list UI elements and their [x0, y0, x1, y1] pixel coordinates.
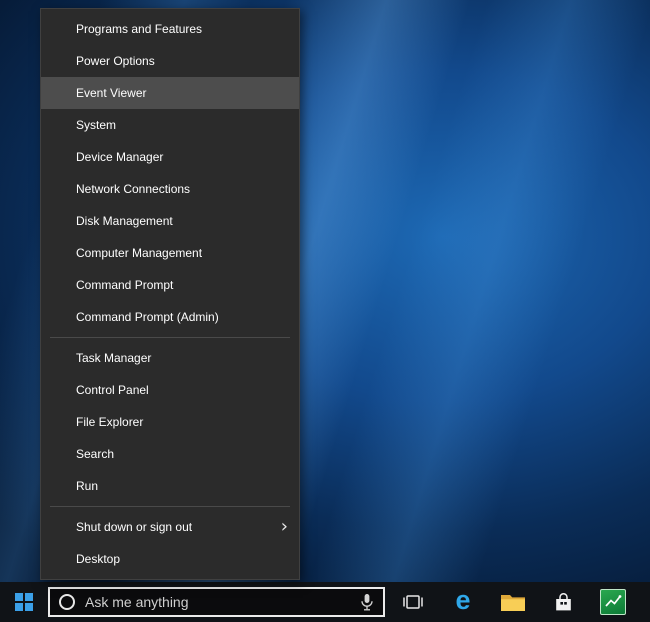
menu-item-label: Programs and Features — [76, 22, 289, 36]
taskbar-app-icons: e — [388, 582, 638, 622]
task-view-icon — [401, 592, 425, 612]
folder-icon — [500, 592, 526, 613]
chart-app-button[interactable] — [588, 582, 638, 622]
menu-item-control-panel[interactable]: Control Panel — [41, 374, 299, 406]
menu-item-label: File Explorer — [76, 415, 289, 429]
menu-item-device-manager[interactable]: Device Manager — [41, 141, 299, 173]
edge-icon: e — [455, 587, 470, 614]
menu-item-event-viewer[interactable]: Event Viewer — [41, 77, 299, 109]
menu-separator — [50, 506, 290, 507]
menu-item-label: Desktop — [76, 552, 289, 566]
menu-item-label: Command Prompt (Admin) — [76, 310, 289, 324]
edge-button[interactable]: e — [438, 582, 488, 622]
taskbar: e — [0, 582, 650, 622]
menu-item-label: Computer Management — [76, 246, 289, 260]
menu-item-label: Shut down or sign out — [76, 520, 281, 534]
menu-item-network-connections[interactable]: Network Connections — [41, 173, 299, 205]
menu-item-label: Command Prompt — [76, 278, 289, 292]
menu-separator — [50, 337, 290, 338]
menu-item-system[interactable]: System — [41, 109, 299, 141]
cortana-icon — [59, 594, 75, 610]
search-input[interactable] — [75, 594, 360, 610]
menu-item-programs-and-features[interactable]: Programs and Features — [41, 13, 299, 45]
menu-item-command-prompt-admin[interactable]: Command Prompt (Admin) — [41, 301, 299, 333]
menu-item-file-explorer[interactable]: File Explorer — [41, 406, 299, 438]
menu-item-label: System — [76, 118, 289, 132]
store-bag-icon — [554, 592, 573, 613]
winx-context-menu: Programs and Features Power Options Event … — [40, 8, 300, 580]
task-view-button[interactable] — [388, 582, 438, 622]
context-menu-items: Programs and Features Power Options Event … — [41, 13, 299, 575]
file-explorer-button[interactable] — [488, 582, 538, 622]
menu-item-label: Search — [76, 447, 289, 461]
menu-item-label: Task Manager — [76, 351, 289, 365]
chart-app-icon — [600, 589, 626, 615]
start-button[interactable] — [0, 582, 48, 622]
menu-item-label: Control Panel — [76, 383, 289, 397]
menu-item-run[interactable]: Run — [41, 470, 299, 502]
menu-item-computer-management[interactable]: Computer Management — [41, 237, 299, 269]
menu-item-label: Disk Management — [76, 214, 289, 228]
menu-item-disk-management[interactable]: Disk Management — [41, 205, 299, 237]
submenu-chevron-icon: › — [281, 518, 288, 536]
menu-item-desktop[interactable]: Desktop — [41, 543, 299, 575]
menu-item-search[interactable]: Search — [41, 438, 299, 470]
menu-item-power-options[interactable]: Power Options — [41, 45, 299, 77]
windows-logo-icon — [15, 593, 33, 611]
menu-item-label: Power Options — [76, 54, 289, 68]
menu-item-label: Network Connections — [76, 182, 289, 196]
microphone-icon[interactable] — [360, 593, 374, 612]
menu-item-shut-down-or-sign-out[interactable]: Shut down or sign out› — [41, 511, 299, 543]
menu-item-task-manager[interactable]: Task Manager — [41, 342, 299, 374]
menu-item-label: Device Manager — [76, 150, 289, 164]
menu-item-label: Run — [76, 479, 289, 493]
search-box[interactable] — [48, 587, 385, 617]
store-button[interactable] — [538, 582, 588, 622]
menu-item-command-prompt[interactable]: Command Prompt — [41, 269, 299, 301]
menu-item-label: Event Viewer — [76, 86, 289, 100]
